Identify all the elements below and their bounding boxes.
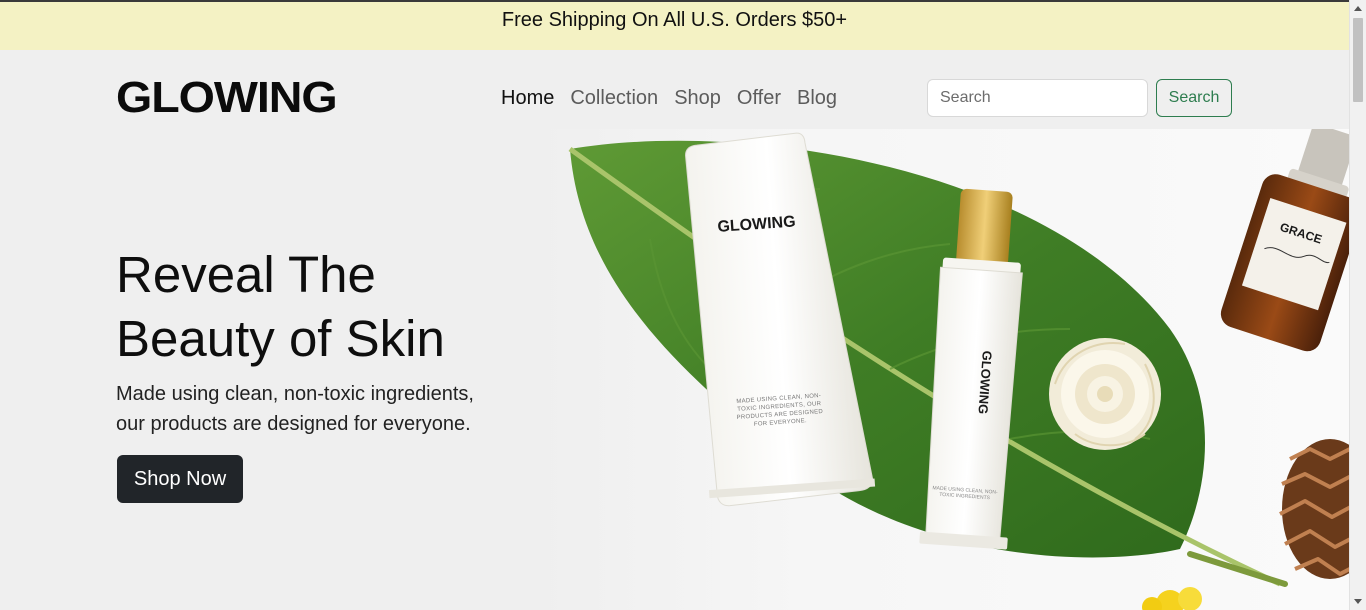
announcement-text: Free Shipping On All U.S. Orders $50+ bbox=[501, 9, 848, 31]
scroll-up-arrow-icon[interactable] bbox=[1354, 6, 1362, 11]
tube-large-text: MADE USING CLEAN, NON-TOXIC INGREDIENTS,… bbox=[736, 393, 824, 428]
hero-subtitle: Made using clean, non-toxic ingredients,… bbox=[116, 383, 474, 435]
amber-bottle-product: GRACE bbox=[1220, 129, 1349, 352]
hero-image: GLOWING MADE USING CLEAN, NON-TOXIC INGR… bbox=[568, 129, 1349, 610]
hero-title: Reveal The Beauty of Skin bbox=[116, 246, 445, 367]
nav-blog[interactable]: Blog bbox=[797, 86, 837, 110]
scroll-thumb[interactable] bbox=[1353, 18, 1363, 102]
scroll-down-arrow-icon[interactable] bbox=[1354, 599, 1362, 604]
site-header: GLOWING Home Collection Shop Offer Blog … bbox=[0, 50, 1349, 129]
site-logo[interactable]: GLOWING bbox=[116, 74, 338, 122]
yellow-flower-graphic bbox=[1142, 587, 1202, 610]
vertical-scrollbar[interactable] bbox=[1349, 0, 1366, 610]
pinecone-graphic bbox=[1279, 439, 1349, 579]
announcement-bar: Free Shipping On All U.S. Orders $50+ bbox=[0, 0, 1349, 50]
shop-now-button[interactable]: Shop Now bbox=[117, 455, 243, 503]
search-button[interactable]: Search bbox=[1156, 79, 1232, 117]
page: Free Shipping On All U.S. Orders $50+ GL… bbox=[0, 0, 1349, 610]
nav-shop[interactable]: Shop bbox=[674, 86, 721, 110]
hero-section: Reveal The Beauty of Skin Made using cle… bbox=[0, 129, 1349, 610]
nav-home[interactable]: Home bbox=[501, 86, 554, 110]
main-nav: Home Collection Shop Offer Blog bbox=[501, 86, 837, 110]
nav-offer[interactable]: Offer bbox=[737, 86, 781, 110]
search-input[interactable] bbox=[927, 79, 1148, 117]
flower-graphic bbox=[1049, 338, 1161, 450]
nav-collection[interactable]: Collection bbox=[570, 86, 658, 110]
